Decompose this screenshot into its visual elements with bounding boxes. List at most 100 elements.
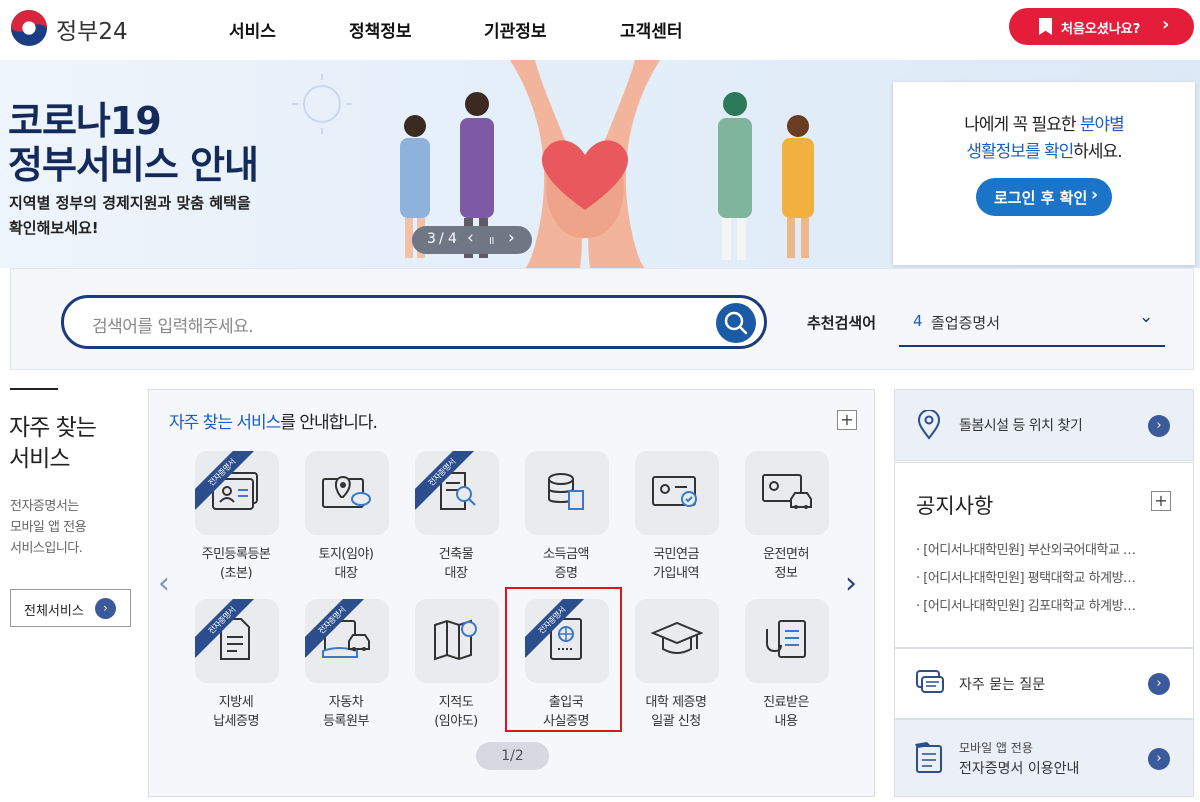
- service-card[interactable]: [415, 599, 499, 683]
- search-placeholder: 검색어를 입력해주세요.: [92, 317, 254, 337]
- first-visit-button[interactable]: 처음오셨나요? ›: [1009, 8, 1194, 45]
- notice-item[interactable]: · [어디서나대학민원] 평택대학교 하계방…: [916, 567, 1136, 586]
- service-label-line2: 등록원부: [323, 714, 369, 729]
- notice-item[interactable]: · [어디서나대학민원] 김포대학교 하계방…: [916, 595, 1136, 614]
- banner-title-line2: 정부서비스 안내: [8, 143, 259, 187]
- next-page-arrow[interactable]: ›: [845, 566, 857, 601]
- top-header: 정부24 서비스 정책정보 기관정보 고객센터 처음오셨나요? ›: [0, 0, 1200, 60]
- service-label-line2: 가입내역: [653, 566, 699, 581]
- cadastral-map-icon: [434, 619, 477, 661]
- logo-text[interactable]: 정부24: [56, 12, 128, 46]
- recommend-label: 추천검색어: [807, 314, 877, 332]
- search-icon: [724, 311, 748, 335]
- recommend-underline: [899, 345, 1165, 347]
- login-check-button[interactable]: 로그인 후 확인 ›: [976, 178, 1112, 216]
- faq-label: 자주 묻는 질문: [959, 677, 1046, 693]
- service-label-line1: 지방세: [218, 695, 254, 710]
- pause-icon[interactable]: ॥: [488, 233, 495, 248]
- service-label-line1: 지적도: [438, 695, 474, 710]
- income-coins-icon: [548, 473, 584, 510]
- service-card[interactable]: [305, 451, 389, 535]
- service-card[interactable]: 전자증명서: [415, 451, 499, 535]
- search-area: 검색어를 입력해주세요. 추천검색어 4 졸업증명서 ⌄: [10, 268, 1194, 370]
- service-label-line2: (초본): [219, 566, 253, 581]
- side-desc-line2: 모바일 앱 전용: [10, 520, 87, 535]
- search-button[interactable]: [716, 303, 756, 343]
- graduation-cap-icon: [651, 621, 703, 654]
- service-label-line2: 내용: [774, 714, 798, 729]
- nav-customer-center[interactable]: 고객센터: [620, 17, 683, 42]
- nav-services[interactable]: 서비스: [229, 17, 276, 42]
- prev-page-arrow[interactable]: ‹: [158, 566, 170, 601]
- service-label-line2: 납세증명: [213, 714, 259, 729]
- service-label-line1: 대학 제증명: [645, 695, 707, 710]
- nav-agency-info[interactable]: 기관정보: [484, 17, 547, 42]
- service-card[interactable]: [525, 451, 609, 535]
- service-income-certificate[interactable]: 소득금액 증명: [518, 451, 614, 581]
- banner-subtitle-line2: 확인해보세요!: [9, 219, 99, 237]
- service-land-register[interactable]: 토지(임야) 대장: [298, 451, 394, 581]
- pager-current: 3: [427, 231, 436, 247]
- services-page-indicator: 1/2: [476, 742, 549, 770]
- government-emblem-icon[interactable]: [10, 9, 48, 47]
- service-vehicle-register[interactable]: 전자증명서 자동차 등록원부: [298, 599, 394, 729]
- promo-line1-text: 나에게 꼭 필요한: [964, 115, 1080, 135]
- pager-total: 4: [448, 231, 457, 247]
- chevron-right-icon: ›: [1148, 415, 1170, 437]
- notice-item[interactable]: · [어디서나대학민원] 부산외국어대학교 …: [916, 539, 1136, 558]
- service-resident-registration[interactable]: 전자증명서 주민등록등본 (초본): [188, 451, 284, 581]
- e-certificate-document-icon: [915, 742, 942, 773]
- service-label-line1: 국민연금: [653, 547, 699, 562]
- recommend-term[interactable]: 졸업증명서: [931, 312, 1000, 333]
- services-title: 자주 찾는 서비스를 안내합니다.: [169, 408, 378, 433]
- app-guide-line2: 전자증명서 이용안내: [959, 761, 1080, 777]
- all-services-label: 전체서비스: [24, 604, 84, 619]
- service-driver-license[interactable]: 운전면허 정보: [738, 451, 834, 581]
- nav-policy-info[interactable]: 정책정보: [349, 17, 412, 42]
- person-illustration-3: [718, 92, 752, 260]
- prev-icon[interactable]: ‹: [467, 228, 474, 248]
- care-facility-locator[interactable]: 돌봄시설 등 위치 찾기 ›: [894, 389, 1194, 461]
- chevron-down-icon[interactable]: ⌄: [1139, 307, 1153, 327]
- service-label-line2: 정보: [774, 566, 798, 581]
- chevron-right-icon: ›: [1162, 14, 1170, 35]
- search-input[interactable]: 검색어를 입력해주세요.: [61, 295, 767, 349]
- more-services-button[interactable]: +: [837, 410, 857, 430]
- mobile-app-guide[interactable]: 모바일 앱 전용 전자증명서 이용안내 ›: [894, 719, 1194, 797]
- service-card[interactable]: 전자증명서: [305, 599, 389, 683]
- promo-line2: 생활정보를 확인하세요.: [893, 137, 1195, 162]
- side-title-line2: 서비스: [9, 446, 70, 472]
- service-card[interactable]: [745, 451, 829, 535]
- service-label-line2: (임야도): [434, 714, 478, 729]
- service-local-tax-certificate[interactable]: 전자증명서 지방세 납세증명: [188, 599, 284, 729]
- locator-label: 돌봄시설 등 위치 찾기: [959, 418, 1083, 434]
- pension-check-icon: [652, 476, 697, 507]
- service-card[interactable]: 전자증명서: [195, 451, 279, 535]
- service-card[interactable]: [745, 599, 829, 683]
- service-card[interactable]: 전자증명서: [195, 599, 279, 683]
- driver-license-icon: [762, 474, 812, 509]
- next-icon[interactable]: ›: [508, 228, 515, 248]
- service-card[interactable]: [635, 451, 719, 535]
- service-national-pension[interactable]: 국민연금 가입내역: [628, 451, 724, 581]
- login-check-label: 로그인 후 확인: [994, 189, 1088, 207]
- service-label-line1: 운전면허: [763, 547, 809, 562]
- service-label-line2: 대장: [334, 566, 358, 581]
- faq-link[interactable]: 자주 묻는 질문 ›: [894, 648, 1194, 719]
- all-services-button[interactable]: 전체서비스 ›: [10, 589, 131, 627]
- sun-icon: [292, 74, 352, 134]
- service-cadastral-map[interactable]: 지적도 (임야도): [408, 599, 504, 729]
- services-title-text: 를 안내합니다.: [280, 413, 378, 433]
- service-label-line1: 토지(임야): [318, 547, 374, 562]
- promo-line2-text: 하세요.: [1073, 142, 1122, 162]
- banner-illustration: [292, 60, 814, 268]
- service-label-line2: 대장: [444, 566, 468, 581]
- service-medical-records[interactable]: 진료받은 내용: [738, 599, 834, 729]
- service-building-register[interactable]: 전자증명서 건축물 대장: [408, 451, 504, 581]
- service-university-certificates[interactable]: 대학 제증명 일괄 신청: [628, 599, 724, 729]
- land-map-icon: [322, 475, 371, 508]
- promo-line1: 나에게 꼭 필요한 분야별: [893, 110, 1195, 135]
- more-notices-button[interactable]: +: [1151, 491, 1171, 511]
- pager-separator: /: [439, 231, 444, 247]
- service-card[interactable]: [635, 599, 719, 683]
